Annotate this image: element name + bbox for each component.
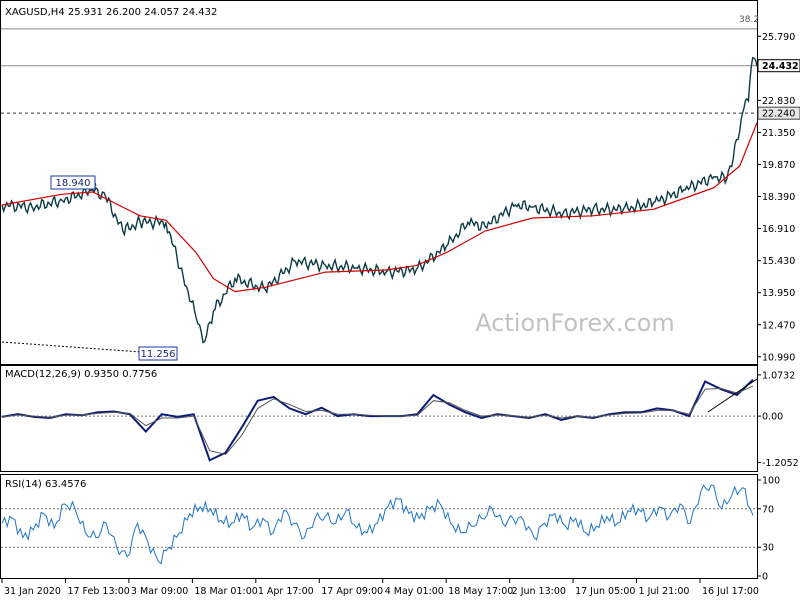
swing-high-label: 18.940	[56, 178, 91, 189]
swing-high-annotation: 18.940	[50, 175, 96, 190]
time-tick-label: 1 Jul 21:00	[639, 586, 690, 597]
time-axis: 31 Jan 2020 17 Feb 13:00 3 Mar 09:00 18 Mar…	[1, 579, 759, 597]
price-tick-label: 13.950	[762, 288, 795, 299]
rsi-title: RSI(14) 63.4576	[5, 479, 86, 490]
macd-signal-line	[1, 385, 754, 456]
chart-title: XAGUSD,H4 25.931 26.200 24.057 24.432	[5, 7, 217, 18]
macd-tick-label: -1.2052	[762, 458, 799, 469]
price-line	[1, 56, 758, 344]
macd-title: MACD(12,26,9) 0.9350 0.7756	[5, 369, 157, 380]
rsi-series: 100 70 30 0	[1, 476, 780, 583]
macd-tick-label: 0.00	[762, 412, 783, 423]
price-tick-label: 18.390	[762, 192, 795, 203]
chart-window: ActionForex.com 25.79024.31022.83021.350…	[0, 0, 800, 600]
time-tick-label: 17 Feb 13:00	[67, 586, 129, 597]
price-tick-label: 15.430	[762, 256, 795, 267]
price-tick-label: 21.350	[762, 128, 795, 139]
swing-low-label: 11.256	[141, 349, 176, 360]
rsi-panel	[0, 474, 758, 579]
macd-tick-label: 1.0732	[762, 370, 795, 381]
time-tick-label: 4 May 01:00	[385, 586, 444, 597]
time-tick-label: 17 Jun 05:00	[575, 586, 635, 597]
time-tick-label: 18 Mar 01:00	[194, 586, 257, 597]
rsi-line	[1, 484, 754, 565]
macd-series: 1.0732 0.00 -1.2052	[1, 370, 799, 469]
time-tick-label: 1 Apr 17:00	[258, 586, 314, 597]
price-tick-label: 16.910	[762, 224, 795, 235]
time-tick-label: 31 Jan 2020	[4, 586, 61, 597]
rsi-tick-label: 70	[762, 504, 774, 515]
rsi-tick-label: 100	[762, 476, 780, 487]
chart-canvas: ActionForex.com 25.79024.31022.83021.350…	[0, 0, 800, 597]
support-label: 22.240	[762, 109, 795, 120]
rsi-tick-label: 30	[762, 543, 774, 554]
time-tick-label: 18 May 17:00	[448, 586, 513, 597]
rsi-tick-label: 0	[762, 572, 768, 583]
macd-line	[1, 378, 754, 462]
trend-line	[1, 341, 142, 353]
price-tick-label: 12.470	[762, 320, 795, 331]
price-tick-label: 22.830	[762, 96, 795, 107]
time-tick-label: 3 Mar 09:00	[131, 586, 188, 597]
macd-panel	[0, 364, 758, 472]
price-levels: 24.432 22.240	[1, 28, 800, 353]
price-series	[1, 56, 758, 344]
price-axis: 25.79024.31022.83021.35019.87018.39016.9…	[757, 32, 795, 363]
fib-label: 38.2	[739, 15, 759, 25]
price-tick-label: 19.870	[762, 160, 795, 171]
time-tick-label: 2 Jun 13:00	[512, 586, 566, 597]
price-tick-label: 25.790	[762, 32, 795, 43]
swing-low-annotation: 11.256	[138, 346, 178, 361]
watermark: ActionForex.com	[475, 309, 675, 337]
price-tick-label: 10.990	[762, 352, 795, 363]
time-tick-label: 16 Jul 17:00	[702, 586, 759, 597]
moving-average-line	[1, 122, 758, 293]
macd-trend-line	[707, 378, 758, 413]
time-tick-label: 17 Apr 09:00	[321, 586, 383, 597]
current-price-label: 24.432	[762, 61, 799, 72]
